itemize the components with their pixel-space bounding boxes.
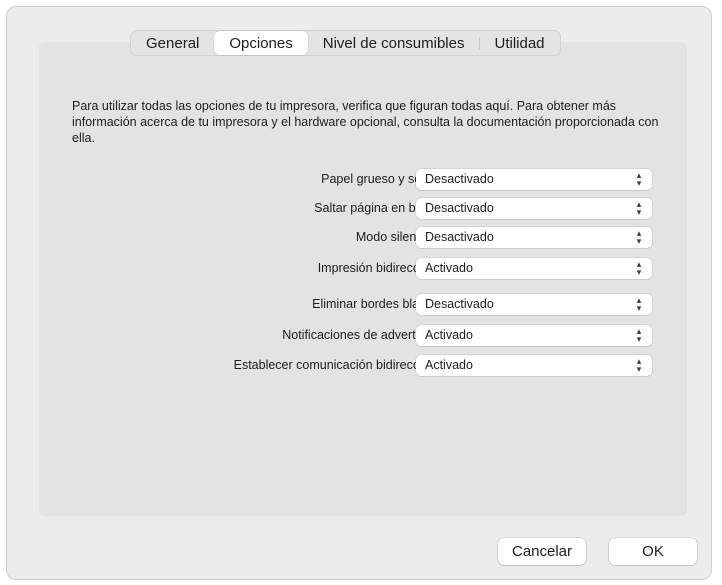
printer-options-dialog: General Opciones Nivel de consumibles Ut… xyxy=(6,6,712,580)
select-value: Activado xyxy=(425,358,473,372)
option-row-modo-silencioso: Modo silencioso: Desactivado ▴ ▾ xyxy=(47,227,687,249)
select-value: Activado xyxy=(425,328,473,342)
cancel-button[interactable]: Cancelar xyxy=(498,538,586,565)
saltar-pagina-select[interactable]: Desactivado ▴ ▾ xyxy=(416,198,652,219)
tab-general[interactable]: General xyxy=(131,31,214,55)
option-row-impresion-bidireccional: Impresión bidireccional: Activado ▴ ▾ xyxy=(47,258,687,280)
up-down-chevron-icon: ▴ ▾ xyxy=(636,259,642,277)
select-value: Desactivado xyxy=(425,230,494,244)
eliminar-bordes-select[interactable]: Desactivado ▴ ▾ xyxy=(416,294,652,315)
up-down-chevron-icon: ▴ ▾ xyxy=(636,356,642,374)
option-row-notificaciones: Notificaciones de advertencia: Activado … xyxy=(47,325,687,347)
select-value: Desactivado xyxy=(425,297,494,311)
notificaciones-select[interactable]: Activado ▴ ▾ xyxy=(416,325,652,346)
option-row-comunicacion-bidireccional: Establecer comunicación bidireccional: A… xyxy=(47,355,687,377)
tab-opciones[interactable]: Opciones xyxy=(214,31,308,55)
tab-utilidad[interactable]: Utilidad xyxy=(479,31,559,55)
impresion-bidireccional-select[interactable]: Activado ▴ ▾ xyxy=(416,258,652,279)
up-down-chevron-icon: ▴ ▾ xyxy=(636,326,642,344)
up-down-chevron-icon: ▴ ▾ xyxy=(636,295,642,313)
option-row-eliminar-bordes: Eliminar bordes blancos: Desactivado ▴ ▾ xyxy=(47,294,687,316)
papel-grueso-select[interactable]: Desactivado ▴ ▾ xyxy=(416,169,652,190)
up-down-chevron-icon: ▴ ▾ xyxy=(636,199,642,217)
tab-bar: General Opciones Nivel de consumibles Ut… xyxy=(130,30,561,56)
ok-button[interactable]: OK xyxy=(609,538,697,565)
tab-nivel-de-consumibles[interactable]: Nivel de consumibles xyxy=(308,31,480,55)
option-row-saltar-pagina: Saltar página en blanco: Desactivado ▴ ▾ xyxy=(47,198,687,220)
modo-silencioso-select[interactable]: Desactivado ▴ ▾ xyxy=(416,227,652,248)
options-description: Para utilizar todas las opciones de tu i… xyxy=(72,99,659,145)
select-value: Desactivado xyxy=(425,172,494,186)
comunicacion-bidireccional-select[interactable]: Activado ▴ ▾ xyxy=(416,355,652,376)
up-down-chevron-icon: ▴ ▾ xyxy=(636,228,642,246)
up-down-chevron-icon: ▴ ▾ xyxy=(636,170,642,188)
select-value: Activado xyxy=(425,261,473,275)
option-row-papel-grueso: Papel grueso y sobres: Desactivado ▴ ▾ xyxy=(47,169,687,191)
select-value: Desactivado xyxy=(425,201,494,215)
